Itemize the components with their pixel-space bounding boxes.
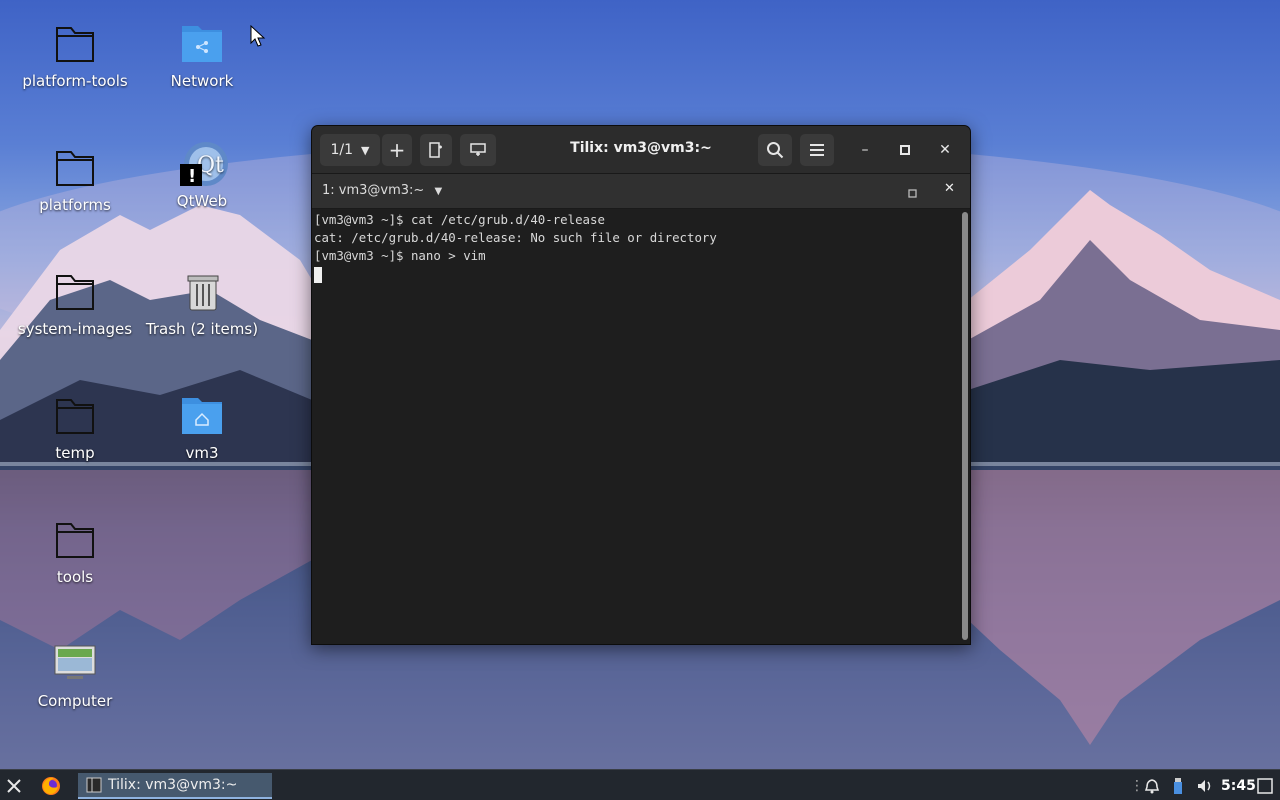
network-folder-icon <box>178 20 226 68</box>
removable-drive-button[interactable] <box>1172 773 1184 799</box>
notifications-button[interactable] <box>1144 773 1160 799</box>
split-down-icon <box>470 143 486 156</box>
desktop-icon-platform-tools[interactable]: platform-tools <box>10 20 140 90</box>
volume-icon <box>1198 780 1211 792</box>
home-folder-icon <box>178 392 226 440</box>
search-icon <box>767 142 784 159</box>
desktop-icon-computer[interactable]: Computer <box>10 640 140 710</box>
mouse-cursor-icon <box>250 25 266 47</box>
terminal-output[interactable]: [vm3@vm3 ~]$ cat /etc/grub.d/40-release … <box>312 209 960 644</box>
add-session-button[interactable]: + <box>382 134 412 166</box>
svg-text:!: ! <box>188 166 196 187</box>
desktop-icon-network[interactable]: Network <box>137 20 267 90</box>
terminal-title-button[interactable]: 1: vm3@vm3:~ ▼ <box>322 183 442 198</box>
terminal-window[interactable]: 1/1 ▼ + Tilix: vm3@vm3:~ – ✕ 1: vm3@vm3:… <box>311 125 971 645</box>
start-menu-button[interactable] <box>4 773 24 799</box>
volume-button[interactable] <box>1196 773 1214 799</box>
split-right-icon <box>429 142 442 158</box>
desktop-icon-label: QtWeb <box>176 192 228 210</box>
maximize-terminal-icon <box>908 189 917 198</box>
show-desktop-button[interactable] <box>1257 773 1273 799</box>
firefox-launcher[interactable] <box>40 773 62 799</box>
chevron-down-icon: ▼ <box>434 186 443 197</box>
desktop-icon-temp[interactable]: temp <box>10 392 140 462</box>
desktop-icon-label: platforms <box>39 196 111 214</box>
desktop-icon-qtweb[interactable]: Qt! QtWeb <box>137 140 267 210</box>
qtweb-app-icon: Qt! <box>178 140 228 188</box>
terminal-app-icon <box>86 777 102 793</box>
minimize-icon: – <box>861 142 869 158</box>
text-cursor <box>314 266 322 283</box>
hamburger-menu-icon <box>810 144 824 156</box>
trash-icon <box>178 268 226 316</box>
taskbar-task-tilix[interactable]: Tilix: vm3@vm3:~ <box>78 773 272 799</box>
desktop-icon-system-images[interactable]: system-images <box>10 268 140 338</box>
session-switcher-button[interactable]: 1/1 ▼ <box>320 134 380 166</box>
folder-icon <box>51 268 99 316</box>
close-button[interactable]: ✕ <box>933 138 957 162</box>
firefox-icon <box>42 777 60 795</box>
desktop-icon-label: Computer <box>37 692 113 710</box>
desktop-icon-label: Trash (2 items) <box>145 320 259 338</box>
close-icon: ✕ <box>944 181 955 196</box>
taskbar: Tilix: vm3@vm3:~ ⋮ 5:45 <box>0 769 1280 800</box>
folder-icon <box>51 144 99 192</box>
session-counter: 1/1 <box>330 142 354 158</box>
menu-button[interactable] <box>800 134 834 166</box>
desktop-icon-label: system-images <box>17 320 133 338</box>
folder-icon <box>51 20 99 68</box>
desktop-icon-tools[interactable]: tools <box>10 516 140 586</box>
maximize-terminal-button[interactable] <box>908 184 918 203</box>
desktop-icon-label: platform-tools <box>22 72 128 90</box>
clock[interactable]: 5:45 <box>1221 773 1256 799</box>
maximize-button[interactable] <box>893 138 917 162</box>
computer-icon <box>51 640 99 688</box>
window-titlebar[interactable]: 1/1 ▼ + Tilix: vm3@vm3:~ – ✕ <box>312 126 970 174</box>
find-button[interactable] <box>758 134 792 166</box>
bell-icon <box>1144 779 1160 794</box>
maximize-icon <box>900 145 910 155</box>
close-terminal-button[interactable]: ✕ <box>944 181 955 196</box>
split-terminal-button[interactable] <box>420 134 452 166</box>
desktop-icon-label: tools <box>56 568 94 586</box>
show-desktop-icon <box>1257 778 1273 794</box>
terminal-line: cat: /etc/grub.d/40-release: No such fil… <box>314 230 717 245</box>
plus-icon: + <box>388 138 406 162</box>
desktop-icon-trash[interactable]: Trash (2 items) <box>137 268 267 338</box>
terminal-title: 1: vm3@vm3:~ <box>322 183 425 198</box>
folder-icon <box>51 516 99 564</box>
terminal-line: [vm3@vm3 ~]$ cat /etc/grub.d/40-release <box>314 212 605 227</box>
close-icon: ✕ <box>939 142 951 158</box>
terminal-line: [vm3@vm3 ~]$ nano > vim <box>314 248 486 263</box>
desktop-icon-label: Network <box>170 72 234 90</box>
desktop-icon-label: vm3 <box>185 444 219 462</box>
desktop-icon-vm3[interactable]: vm3 <box>137 392 267 462</box>
chevron-down-icon: ▼ <box>361 143 370 157</box>
terminal-scrollbar[interactable] <box>962 212 968 640</box>
desktop-icon-label: temp <box>55 444 95 462</box>
minimize-button[interactable]: – <box>853 138 877 162</box>
terminal-session-bar[interactable]: 1: vm3@vm3:~ ▼ ✕ <box>312 174 970 209</box>
usb-drive-icon <box>1174 778 1182 794</box>
folder-icon <box>51 392 99 440</box>
app-launcher-icon <box>7 779 21 793</box>
task-label: Tilix: vm3@vm3:~ <box>108 777 238 793</box>
desktop-icon-platforms[interactable]: platforms <box>10 144 140 214</box>
split-down-button[interactable] <box>460 134 496 166</box>
tray-separator: ⋮ <box>1130 778 1144 794</box>
